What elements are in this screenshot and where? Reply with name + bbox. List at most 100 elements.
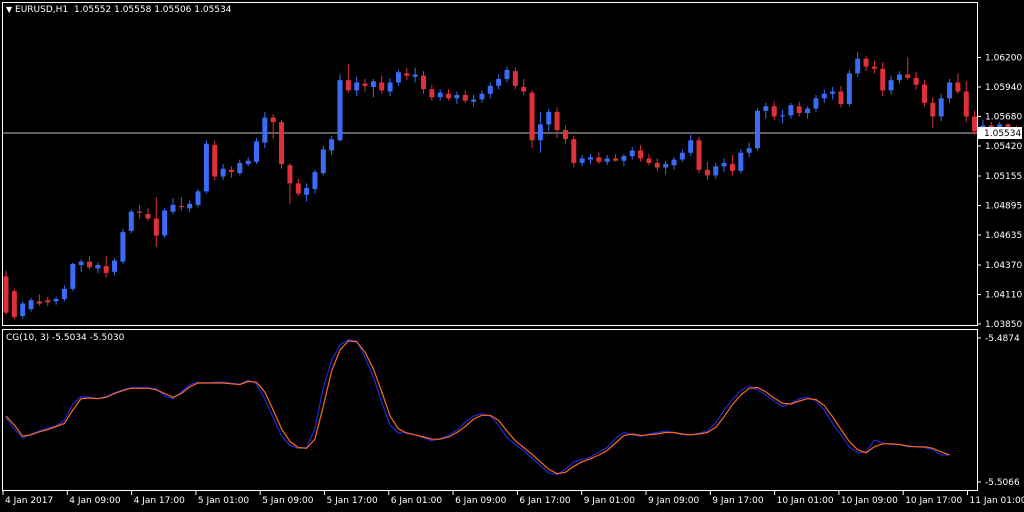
- candle-body: [362, 83, 368, 86]
- candle-body: [320, 149, 326, 174]
- candle-body: [755, 110, 760, 149]
- candle-body: [972, 116, 978, 132]
- candle-body: [738, 152, 744, 171]
- candle-body: [195, 191, 201, 205]
- candle-body: [304, 187, 310, 195]
- candle-body: [780, 115, 786, 117]
- candle-body: [70, 263, 76, 289]
- candle-body: [729, 164, 735, 171]
- candle-body: [663, 164, 669, 168]
- price-tick-label: 1.05680: [985, 112, 1022, 122]
- indicator-header: CG(10, 3) -5.5034 -5.5030: [6, 333, 124, 344]
- candle-body: [245, 160, 251, 165]
- candle-body: [279, 122, 285, 165]
- candle-body: [212, 144, 218, 177]
- candle-body: [512, 71, 518, 86]
- candle-body: [287, 165, 293, 184]
- price-tick-label: 1.04895: [985, 201, 1022, 211]
- candle-body: [178, 206, 184, 208]
- candle-body: [270, 117, 276, 123]
- candle-body: [354, 82, 360, 91]
- candle-body: [963, 91, 969, 117]
- candle-body: [588, 157, 593, 160]
- price-tick-label: 1.04635: [985, 231, 1022, 241]
- time-tick-label: 5 Jan 01:00: [198, 496, 250, 506]
- candle-body: [888, 80, 894, 91]
- candle-body: [629, 150, 635, 157]
- candle-body: [187, 203, 193, 209]
- chart-canvas[interactable]: 1.06200 1.05940 1.05680 1.05420 1.05155 1.048…: [0, 0, 1024, 512]
- candle-body: [763, 106, 769, 111]
- candle-body: [771, 106, 777, 117]
- indicator-tick-label: -5.5066: [985, 478, 1020, 488]
- candle-body: [421, 75, 426, 90]
- candle-body: [855, 58, 861, 74]
- main-header: ▼ EURUSD,H1 1.05552 1.05558 1.05506 1.05…: [6, 4, 231, 16]
- candle-body: [805, 108, 811, 114]
- candle-body: [696, 140, 702, 170]
- candle-body: [496, 79, 502, 86]
- chart-window[interactable]: 1.06200 1.05940 1.05680 1.05420 1.05155 1.048…: [0, 0, 1024, 512]
- candle-body: [53, 299, 59, 302]
- candle-body: [220, 168, 226, 177]
- candle-body: [546, 111, 552, 125]
- candle-body: [103, 266, 109, 273]
- candle-body: [746, 148, 752, 153]
- price-tick-label: 1.05420: [985, 142, 1022, 152]
- candle-body: [871, 66, 877, 69]
- candle-body: [87, 261, 92, 268]
- candle-body: [604, 158, 610, 162]
- candle-body: [370, 81, 376, 87]
- candle-body: [237, 162, 243, 174]
- candle-body: [521, 86, 527, 92]
- time-tick-label: 10 Jan 01:00: [777, 496, 834, 506]
- time-tick-label: 9 Jan 09:00: [648, 496, 700, 506]
- candle-body: [387, 82, 393, 92]
- price-tick-label: 1.05155: [985, 172, 1022, 182]
- current-price-tag: 1.05534: [978, 127, 1022, 140]
- candle-body: [679, 152, 685, 160]
- candle-body: [905, 74, 911, 78]
- candle-body: [863, 58, 869, 67]
- candle-body: [345, 80, 351, 91]
- candle-body: [295, 183, 301, 194]
- candle-body: [830, 91, 836, 94]
- candle-body: [145, 213, 151, 219]
- time-tick-label: 10 Jan 17:00: [905, 496, 962, 506]
- candle-body: [337, 80, 343, 141]
- candle-body: [938, 98, 944, 117]
- candle-body: [120, 232, 126, 262]
- candle-body: [721, 162, 727, 167]
- candle-body: [529, 92, 535, 141]
- candle-body: [61, 288, 67, 300]
- candle-body: [880, 68, 886, 91]
- candle-body: [404, 73, 410, 76]
- candle-body: [621, 156, 627, 161]
- price-tick-label: 1.04110: [985, 291, 1022, 301]
- candle-body: [254, 141, 259, 162]
- time-tick-label: 6 Jan 09:00: [455, 496, 507, 506]
- candle-body: [329, 139, 335, 151]
- candle-body: [788, 105, 794, 116]
- candle-body: [153, 218, 159, 236]
- triangle-down-icon[interactable]: ▼: [6, 5, 12, 14]
- ohlc-values: 1.05552 1.05558 1.05506 1.05534: [74, 5, 232, 15]
- candle-body: [654, 162, 660, 168]
- candle-body: [671, 159, 677, 166]
- candle-body: [128, 211, 134, 232]
- candle-body: [471, 99, 477, 102]
- candle-body: [596, 157, 602, 162]
- symbol-label: EURUSD,H1: [15, 5, 69, 15]
- candle-body: [579, 158, 585, 163]
- time-tick-label: 5 Jan 17:00: [327, 496, 379, 506]
- candle-body: [3, 276, 9, 313]
- candle-body: [638, 150, 644, 159]
- candle-body: [462, 94, 468, 101]
- candle-body: [112, 260, 118, 272]
- candle-body: [395, 72, 401, 83]
- candle-body: [813, 98, 819, 109]
- candle-body: [262, 117, 268, 143]
- candle-body: [554, 111, 560, 131]
- candle-body: [479, 93, 485, 100]
- candle-body: [688, 140, 694, 153]
